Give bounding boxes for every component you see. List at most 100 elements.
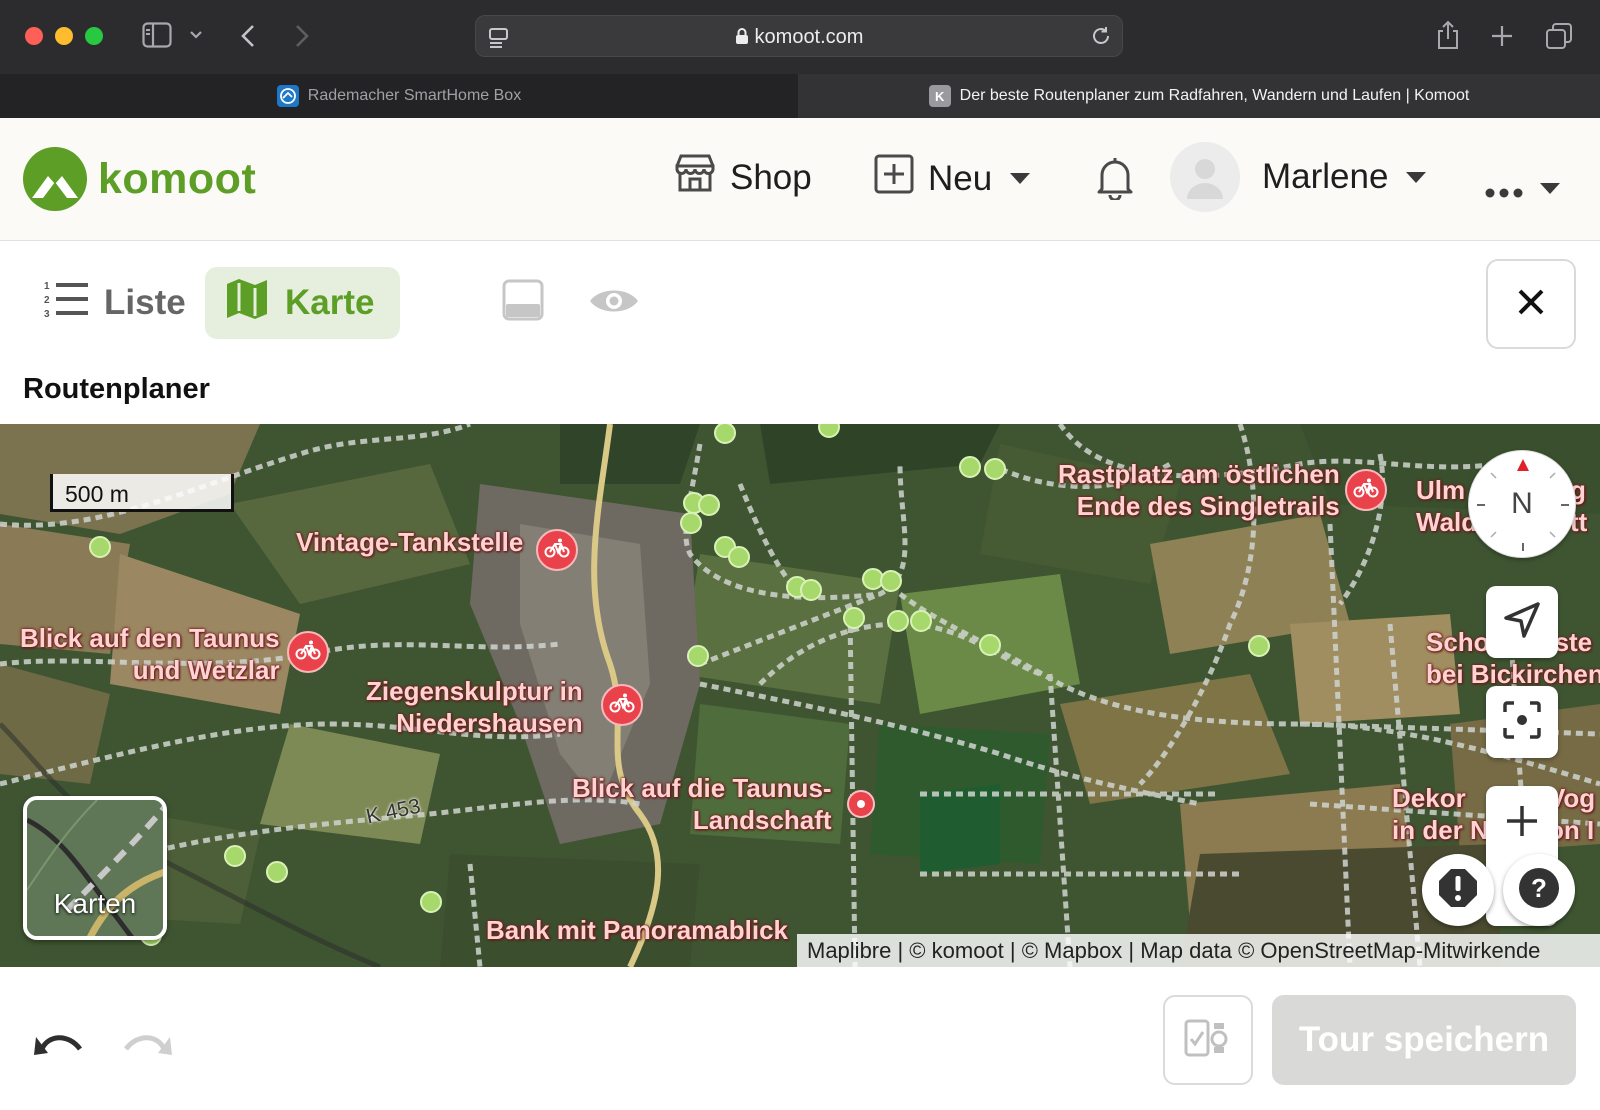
highlight-marker[interactable] [728,546,750,568]
layers-label: Karten [53,888,137,919]
sync-device-button[interactable] [1163,995,1253,1085]
highlight-marker[interactable] [880,570,902,592]
map-canvas[interactable]: Vintage-Tankstelle Blick auf den Taunus … [0,424,1600,967]
tab-title: Der beste Routenplaner zum Radfahren, Wa… [959,87,1470,104]
chevron-down-icon [1010,173,1031,184]
bike-icon [295,640,321,665]
reload-icon[interactable] [1090,25,1112,52]
poi-label[interactable]: Vintage-Tankstelle [296,526,523,558]
poi-label[interactable]: Blick auf den Taunus und Wetzlar [20,622,280,686]
avatar [1170,142,1240,212]
highlight-marker[interactable] [887,610,909,632]
highlight-marker[interactable] [979,634,1001,656]
plus-icon [1505,804,1539,843]
rademacher-favicon-icon [276,85,299,107]
close-icon [1517,288,1545,321]
chevron-down-icon [1406,171,1427,183]
highlight-marker[interactable] [843,607,865,629]
highlight-marker[interactable] [89,536,111,558]
bell-icon [1096,156,1134,209]
new-tab-icon[interactable] [1490,24,1514,48]
highlight-marker[interactable] [266,861,288,883]
poi-label[interactable]: Bank mit Panoramablick [486,914,788,946]
poi-label[interactable]: Dekor in der N [1392,782,1489,846]
lock-icon [735,27,749,51]
tab-bar: Rademacher SmartHome Box K Der beste Rou… [0,74,1600,118]
new-label: Neu [928,158,993,198]
close-window-button[interactable] [25,27,43,45]
notifications-button[interactable] [1096,156,1134,209]
forward-icon[interactable] [294,24,310,48]
highlight-marker[interactable] [984,458,1006,480]
map-attribution[interactable]: Maplibre | © komoot | © Mapbox | Map dat… [797,934,1600,967]
highlight-marker[interactable] [420,891,442,913]
redo-icon [122,1035,172,1061]
user-menu[interactable]: Marlene [1170,142,1427,212]
more-menu[interactable] [1484,168,1560,208]
user-name: Marlene [1262,157,1389,196]
store-icon [674,154,716,201]
poi-label[interactable]: Rastplatz am östlichen Ende des Singletr… [1058,458,1340,522]
undo-button[interactable] [34,1027,84,1062]
undo-icon [34,1035,84,1061]
close-planner-button[interactable] [1486,259,1576,349]
alert-icon [1437,867,1479,914]
bike-poi-marker[interactable] [601,684,643,726]
map-layers-button[interactable]: Karten [23,796,167,940]
poi-label[interactable]: Blick auf die Taunus- Landschaft [572,772,832,836]
panel-layout-icon[interactable] [502,279,544,326]
browser-tab-rademacher[interactable]: Rademacher SmartHome Box [0,74,798,118]
browser-tab-komoot[interactable]: K Der beste Routenplaner zum Radfahren, … [798,74,1600,118]
help-button[interactable]: ? [1503,854,1575,926]
more-icon [1484,168,1524,208]
shop-link[interactable]: Shop [674,154,812,201]
planner-toolbar: 1 2 3 Liste Karte [0,241,1600,353]
chevron-down-icon [1540,182,1560,194]
highlight-marker[interactable] [800,579,822,601]
map-view-button[interactable]: Karte [205,267,401,339]
redo-button[interactable] [122,1027,172,1062]
waypoint-marker[interactable] [847,790,875,818]
sidebar-toggle-icon[interactable] [142,22,172,48]
highlight-marker[interactable] [698,494,720,516]
locate-me-button[interactable] [1486,586,1558,658]
svg-text:1: 1 [44,281,50,292]
highlight-marker[interactable] [680,512,702,534]
compass-button[interactable]: N [1468,450,1576,558]
navigation-arrow-icon [1502,600,1542,645]
bike-poi-marker[interactable] [1345,469,1387,511]
highlight-marker[interactable] [224,845,246,867]
list-view-button[interactable]: 1 2 3 Liste [24,267,212,339]
highlight-marker[interactable] [1248,635,1270,657]
minimize-window-button[interactable] [55,27,73,45]
komoot-logo[interactable]: komoot [22,146,256,212]
tab-overview-icon[interactable] [1545,22,1573,50]
poi-label[interactable]: Ziegenskulptur in Niedershausen [366,675,583,739]
new-menu[interactable]: Neu [874,154,1031,203]
svg-text:3: 3 [44,309,50,319]
komoot-logo-icon [23,147,87,211]
bottom-bar: Tour speichern [0,967,1600,1110]
address-bar[interactable]: komoot.com [475,15,1123,57]
save-tour-button[interactable]: Tour speichern [1272,995,1576,1085]
report-issue-button[interactable] [1422,854,1494,926]
zoom-window-button[interactable] [85,27,103,45]
focus-frame-icon [1502,700,1542,745]
highlight-marker[interactable] [910,610,932,632]
svg-text:2: 2 [44,295,50,306]
url-text: komoot.com [754,26,864,48]
compass-north-label: N [1511,487,1533,520]
bike-poi-marker[interactable] [287,631,329,673]
komoot-favicon-icon: K [928,85,951,107]
highlight-marker[interactable] [687,645,709,667]
numbered-list-icon: 1 2 3 [44,279,90,328]
recenter-button[interactable] [1486,686,1558,758]
help-icon: ? [1518,867,1560,914]
highlight-marker[interactable] [959,456,981,478]
share-icon[interactable] [1436,20,1460,50]
page-title: Routenplaner [23,373,210,405]
chevron-down-icon[interactable] [189,28,203,42]
back-icon[interactable] [240,24,256,48]
bike-poi-marker[interactable] [536,529,578,571]
eye-icon[interactable] [588,285,640,322]
